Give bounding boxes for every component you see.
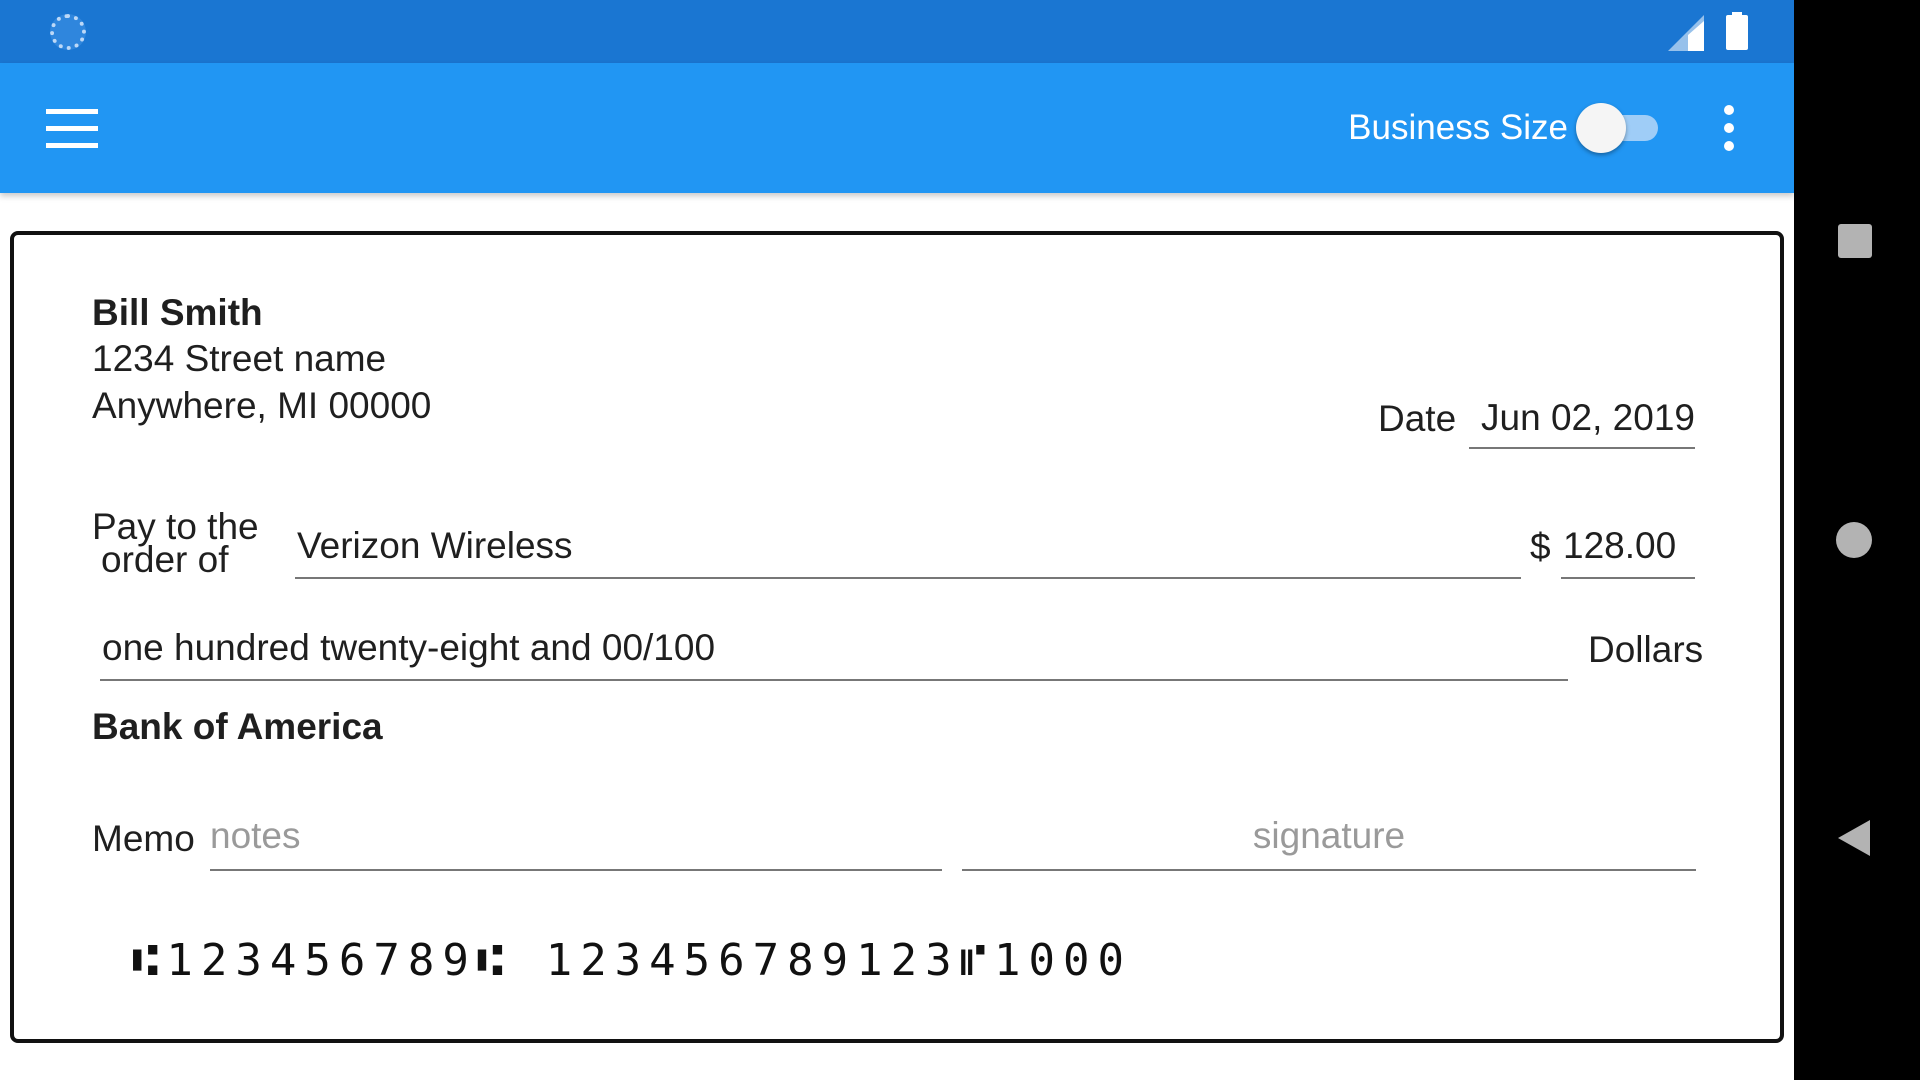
loading-spinner-icon <box>50 14 86 50</box>
micr-line: ⑆123456789⑆ 123456789123⑈1000 <box>132 935 1132 986</box>
status-bar <box>0 0 1794 63</box>
menu-line-bottom <box>46 143 98 148</box>
cell-signal-icon <box>1668 15 1704 51</box>
currency-symbol: $ <box>1530 526 1551 567</box>
owner-address-line1: 1234 Street name <box>92 338 387 379</box>
signature-field[interactable] <box>962 803 1696 871</box>
amount-words-value: one hundred twenty-eight and 00/100 <box>102 627 716 668</box>
owner-name: Bill Smith <box>92 292 263 333</box>
memo-input[interactable] <box>210 815 930 857</box>
date-value: Jun 02, 2019 <box>1481 397 1695 438</box>
dot-3 <box>1724 141 1734 151</box>
payee-field[interactable]: Verizon Wireless <box>295 511 1521 579</box>
app-screen: Business Size Bill Smith 1234 Street nam… <box>0 0 1794 1080</box>
hamburger-menu-icon[interactable] <box>46 109 98 149</box>
dollars-label: Dollars <box>1588 629 1704 670</box>
order-of-label: order of <box>101 539 229 580</box>
business-size-label: Business Size <box>1348 108 1568 147</box>
date-field[interactable]: Jun 02, 2019 <box>1469 385 1695 449</box>
system-nav-bar <box>1794 0 1920 1080</box>
dot-2 <box>1724 123 1734 133</box>
owner-address-line2: Anywhere, MI 00000 <box>92 385 432 426</box>
home-circle-icon[interactable] <box>1836 522 1872 558</box>
payee-value: Verizon Wireless <box>297 525 573 566</box>
business-size-toggle[interactable] <box>1576 103 1660 153</box>
more-vert-icon[interactable] <box>1722 103 1736 153</box>
battery-full-icon <box>1726 12 1748 50</box>
date-label: Date <box>1378 398 1457 439</box>
memo-field[interactable] <box>210 803 942 871</box>
check-card: Bill Smith 1234 Street name Anywhere, MI… <box>10 231 1784 1043</box>
bank-name: Bank of America <box>92 706 383 747</box>
app-bar: Business Size <box>0 63 1794 193</box>
back-triangle-icon[interactable] <box>1838 820 1870 856</box>
amount-words-field[interactable]: one hundred twenty-eight and 00/100 <box>100 613 1568 681</box>
menu-line-middle <box>46 126 98 131</box>
signature-input[interactable] <box>962 815 1696 857</box>
recents-square-icon[interactable] <box>1838 224 1872 258</box>
toggle-thumb <box>1576 103 1626 153</box>
memo-label: Memo <box>92 818 195 859</box>
dot-1 <box>1724 105 1734 115</box>
amount-value: 128.00 <box>1563 525 1677 566</box>
menu-line-top <box>46 109 98 114</box>
amount-field[interactable]: 128.00 <box>1561 511 1695 579</box>
